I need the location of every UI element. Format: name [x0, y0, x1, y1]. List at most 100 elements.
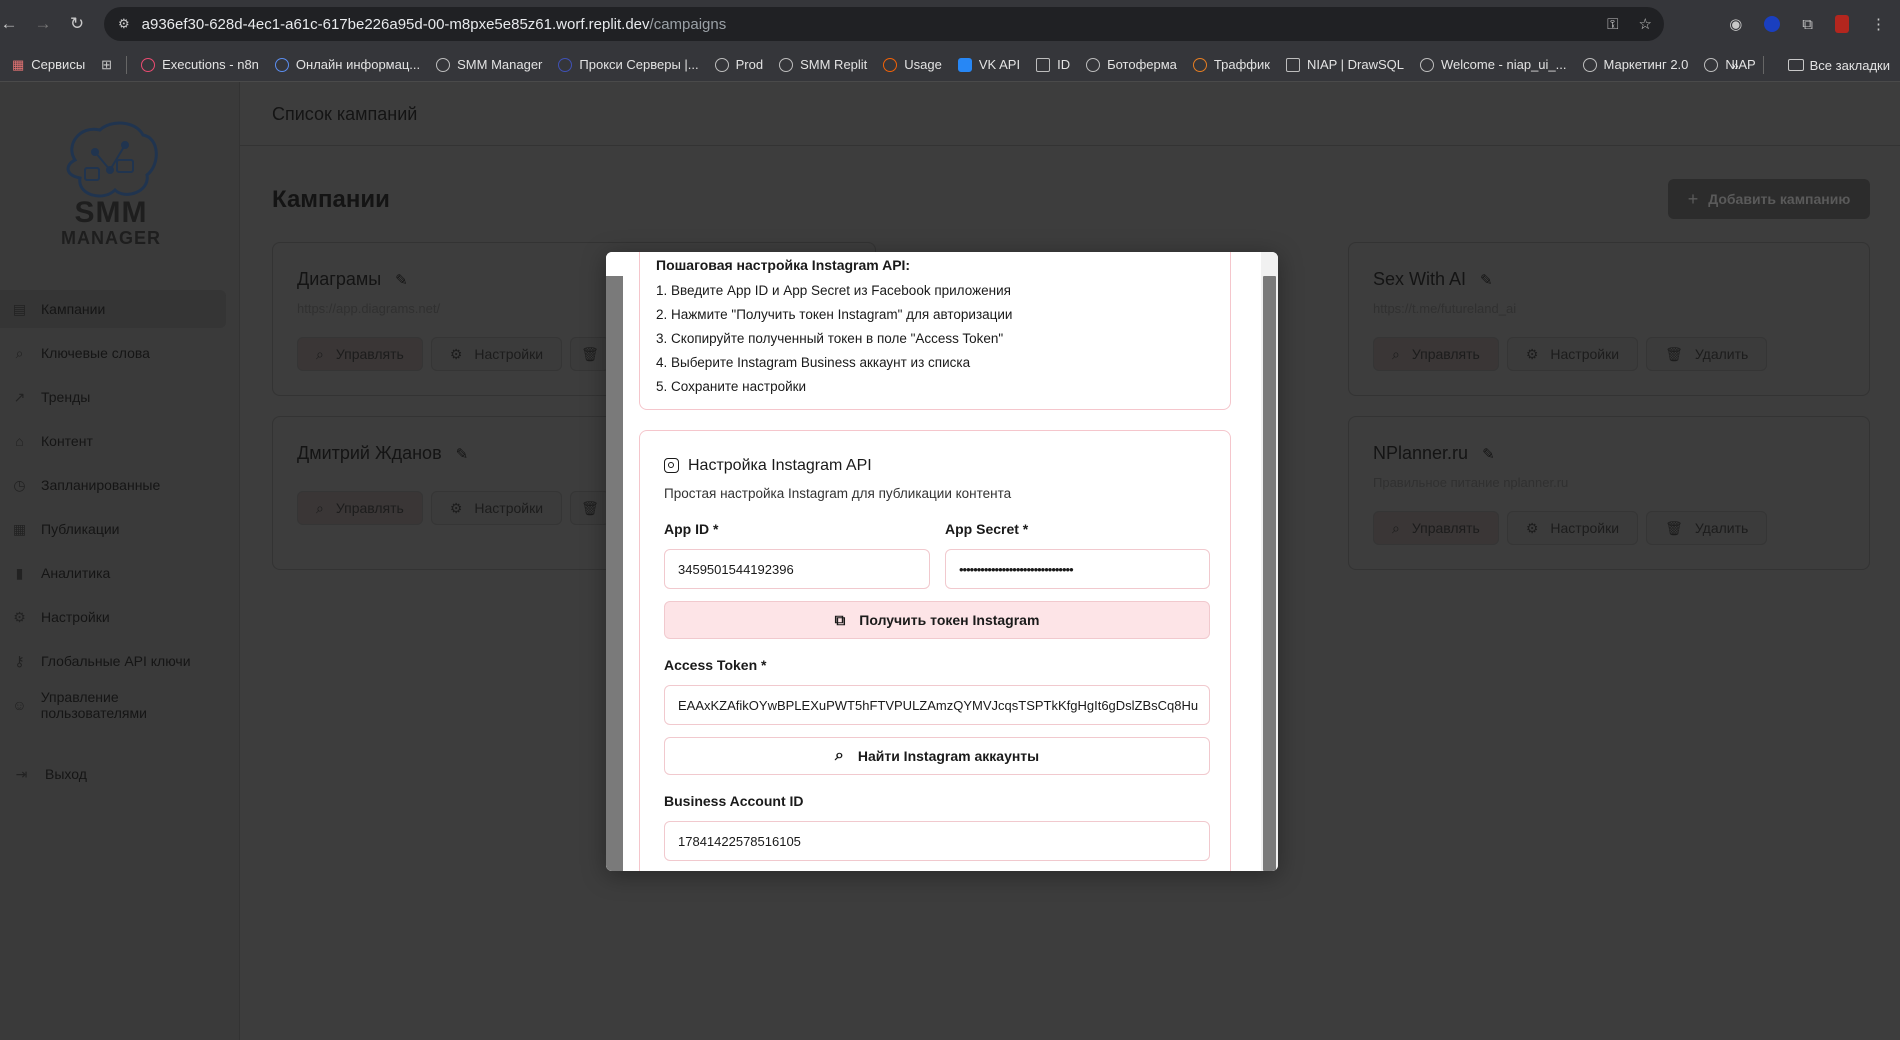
pencil-icon[interactable]: ✎ — [395, 271, 408, 289]
grid-icon: ▦ — [12, 56, 25, 72]
settings-button[interactable]: ⚙ Настройки — [1506, 511, 1639, 545]
settings-button[interactable]: ⚙ Настройки — [430, 337, 563, 371]
delete-button[interactable]: 🗑 — [570, 491, 610, 525]
find-accounts-button[interactable]: ⌕ Найти Instagram аккаунты — [664, 737, 1210, 775]
app-secret-label: App Secret * — [945, 521, 1029, 537]
sidebar-item-label: Аналитика — [41, 565, 111, 581]
bookmark-item[interactable]: Ботоферма — [1078, 57, 1185, 72]
dialog-scrollbar-thumb[interactable] — [1263, 276, 1276, 871]
campaign-name: Дмитрий Жданов — [297, 443, 442, 463]
bookmark-item[interactable]: Prod — [707, 57, 771, 72]
star-icon[interactable]: ☆ — [1639, 15, 1652, 33]
search-icon: ⌕ — [834, 747, 844, 764]
campaign-name: Диаграмы — [297, 269, 382, 289]
bookmark-item[interactable]: ID — [1028, 57, 1078, 72]
bookmark-item[interactable]: Маркетинг 2.0 — [1575, 57, 1697, 72]
vk-icon — [957, 57, 972, 72]
profile-icon[interactable] — [1835, 15, 1849, 33]
settings-label: Настройки — [474, 500, 544, 516]
setup-steps-box: Пошаговая настройка Instagram API: 1. Вв… — [639, 252, 1231, 410]
menu-icon[interactable]: ⋮ — [1871, 15, 1886, 33]
address-bar[interactable]: ⚙ a936ef30-628d-4ec1-a61c-617be226a95d-0… — [104, 7, 1664, 41]
bookmark-item[interactable]: Usage — [875, 57, 950, 72]
settings-button[interactable]: ⚙ Настройки — [1506, 337, 1639, 371]
sidebar-item-content[interactable]: ⌂ Контент — [0, 422, 226, 460]
bookmark-item[interactable]: Траффик — [1185, 57, 1278, 72]
sidebar-item-label: Тренды — [41, 389, 91, 405]
campaign-card: Sex With AI ✎ https://t.me/futureland_ai … — [1348, 242, 1870, 396]
delete-button[interactable]: 🗑 Удалить — [1646, 511, 1768, 545]
extension-icon[interactable] — [1764, 16, 1781, 32]
pencil-icon[interactable]: ✎ — [1482, 445, 1495, 463]
sidebar-item-settings[interactable]: ⚙ Настройки — [0, 598, 226, 636]
card-actions: ⌕ Управлять ⚙ Настройки 🗑 Удалить — [1373, 337, 1768, 371]
logo: SMM MANAGER — [55, 120, 167, 250]
bookmark-item[interactable]: NIAP | DrawSQL — [1278, 57, 1412, 72]
external-link-icon: ⧉ — [834, 611, 846, 629]
sidebar-item-keywords[interactable]: ⌕ Ключевые слова — [0, 334, 226, 372]
bookmark-item[interactable]: SMM Replit — [771, 57, 875, 72]
pencil-icon[interactable]: ✎ — [456, 445, 469, 463]
key-icon[interactable]: ⚿ — [1607, 16, 1618, 33]
sidebar-item-scheduled[interactable]: ◷ Запланированные — [0, 466, 226, 504]
tab-groups-icon[interactable]: ⊞ — [93, 57, 120, 73]
sidebar-item-label: Глобальные API ключи — [41, 653, 191, 669]
sidebar-item-api-keys[interactable]: ⚷ Глобальные API ключи — [0, 642, 226, 680]
dialog-scroll-area[interactable]: Пошаговая настройка Instagram API: 1. Вв… — [606, 252, 1261, 871]
globe-icon — [1704, 57, 1719, 72]
dialog-scrollbar[interactable] — [1261, 252, 1278, 871]
sidebar-item-trends[interactable]: ↗ Тренды — [0, 378, 226, 416]
more-bookmarks-button[interactable]: » — [1731, 58, 1738, 73]
manage-button[interactable]: ⌕ Управлять — [297, 337, 423, 371]
back-icon[interactable]: ← — [0, 7, 26, 41]
puzzle-icon[interactable]: ⧉ — [1802, 16, 1813, 33]
site-settings-icon[interactable]: ⚙ — [118, 16, 130, 32]
sidebar-item-campaigns[interactable]: ▤ Кампании — [0, 290, 226, 328]
steps-title: Пошаговая настройка Instagram API: — [656, 257, 911, 273]
bookmark-item[interactable]: Онлайн информац... — [267, 57, 428, 72]
bookmark-item[interactable]: Welcome - niap_ui_... — [1412, 57, 1575, 72]
sidebar-item-users[interactable]: ☺ Управление пользователями — [0, 686, 226, 724]
trend-icon: ↗ — [13, 388, 26, 405]
bookmark-apps[interactable]: ▦ Сервисы — [4, 57, 93, 73]
gear-icon: ⚙ — [13, 608, 26, 625]
manage-button[interactable]: ⌕ Управлять — [1373, 511, 1499, 545]
trash-icon: 🗑 — [581, 499, 599, 516]
camera-icon[interactable]: ◉ — [1729, 15, 1742, 33]
manage-button[interactable]: ⌕ Управлять — [297, 491, 423, 525]
campaign-card: NPlanner.ru ✎ Правильное питание nplanner… — [1348, 416, 1870, 570]
settings-label: Настройки — [1550, 346, 1620, 362]
sidebar-item-analytics[interactable]: ▮ Аналитика — [0, 554, 226, 592]
app-secret-input[interactable]: •••••••••••••••••••••••••••••••• — [945, 549, 1210, 589]
bookmark-item[interactable]: SMM Manager — [428, 57, 550, 72]
bookmark-item[interactable]: Executions - n8n — [133, 57, 267, 72]
pencil-icon[interactable]: ✎ — [1480, 271, 1493, 289]
reload-icon[interactable]: ↻ — [60, 7, 94, 41]
bookmark-item[interactable]: VK API — [950, 57, 1028, 72]
instagram-api-setup-card: Настройка Instagram API Простая настройк… — [639, 430, 1231, 871]
globe-icon — [436, 57, 451, 72]
manage-label: Управлять — [335, 346, 404, 362]
all-bookmarks-button[interactable]: Все закладки — [1787, 58, 1890, 73]
sidebar-item-publications[interactable]: ▦ Публикации — [0, 510, 226, 548]
gear-icon: ⚙ — [449, 499, 463, 516]
sidebar-item-label: Управление пользователями — [40, 689, 147, 721]
forward-icon[interactable]: → — [26, 7, 60, 41]
settings-button[interactable]: ⚙ Настройки — [430, 491, 563, 525]
logout-button[interactable]: ⇥ Выход — [14, 766, 87, 783]
calendar-icon: ▦ — [12, 520, 27, 537]
business-id-input[interactable]: 17841422578516105 — [664, 821, 1210, 861]
manage-button[interactable]: ⌕ Управлять — [1373, 337, 1499, 371]
logout-label: Выход — [45, 766, 87, 782]
delete-button[interactable]: 🗑 — [570, 337, 610, 371]
n8n-icon — [141, 57, 156, 72]
add-campaign-button[interactable]: + Добавить кампанию — [1668, 179, 1870, 219]
v-icon — [274, 57, 289, 72]
instagram-icon — [664, 458, 679, 473]
delete-button[interactable]: 🗑 Удалить — [1646, 337, 1768, 371]
access-token-input[interactable]: EAAxKZAfikOYwBPLEXuPWT5hFTVPULZAmzQYMVJc… — [664, 685, 1210, 725]
replit-icon — [883, 57, 898, 72]
app-id-input[interactable]: 3459501544192396 — [664, 549, 930, 589]
get-token-button[interactable]: ⧉ Получить токен Instagram — [664, 601, 1210, 639]
bookmark-item[interactable]: Прокси Серверы |... — [550, 57, 706, 72]
